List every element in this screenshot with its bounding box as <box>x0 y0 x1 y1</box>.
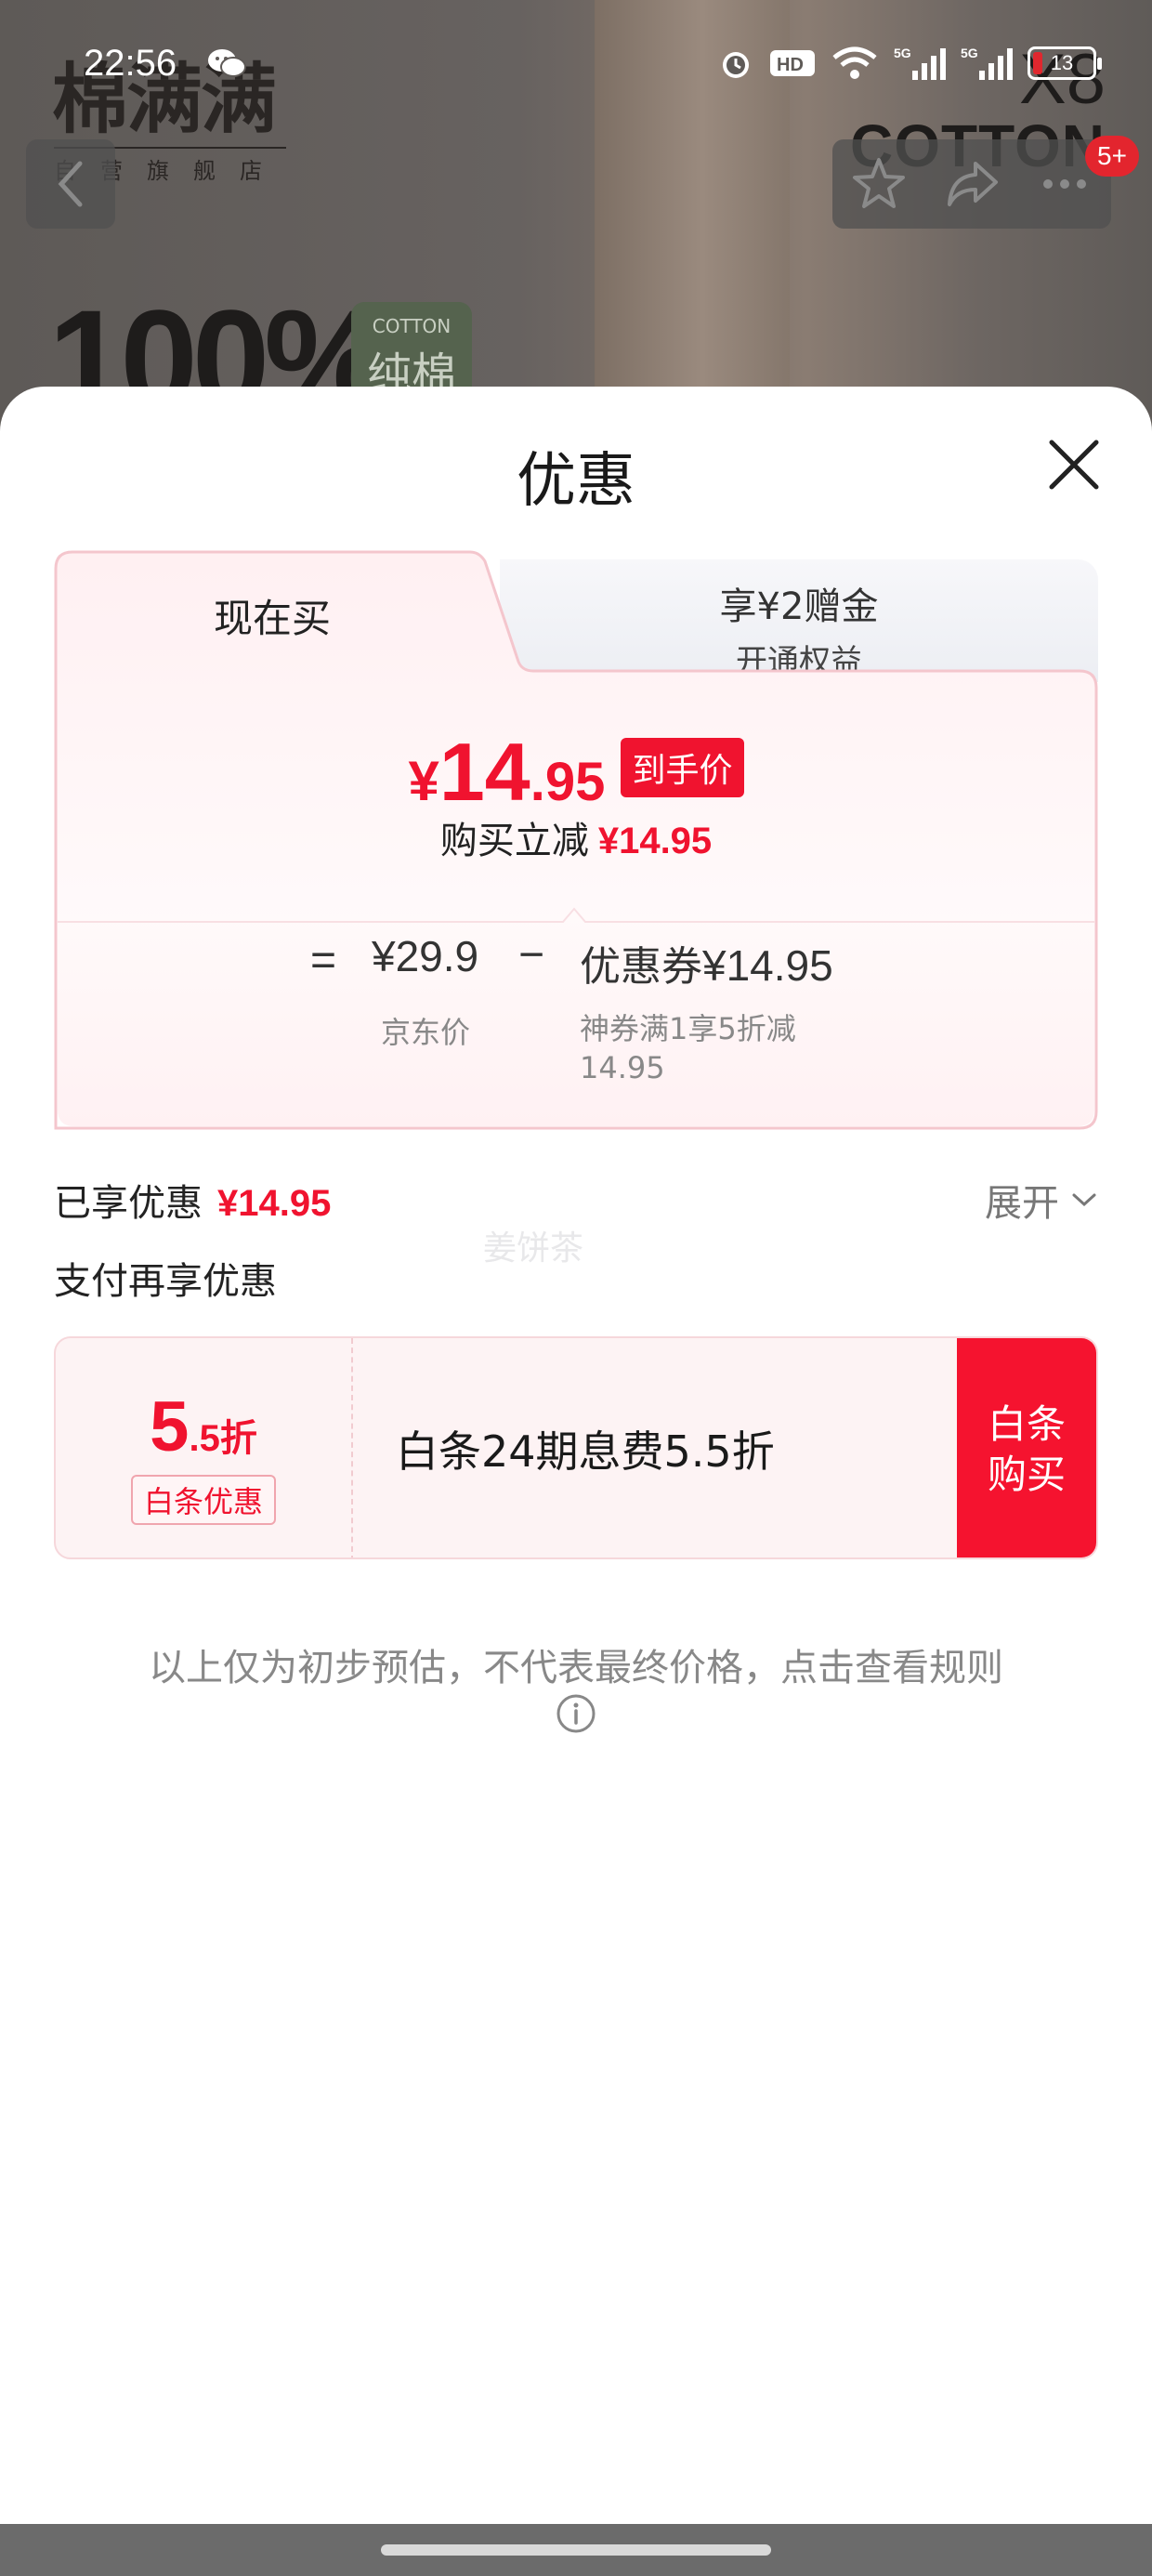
baitiao-discount-number: 5 <box>150 1387 190 1466</box>
info-icon[interactable] <box>556 1693 596 1734</box>
final-price: ¥14.95 到手价 <box>54 725 1098 820</box>
price-formula: = ¥29.9 − 优惠券¥14.95 京东价 神券满1享5折减14.95 <box>54 918 1098 1128</box>
chevron-down-icon <box>1072 1193 1096 1207</box>
disclaimer-link[interactable]: 以上仅为初步预估，不代表最终价格，点击查看规则 <box>0 1637 1152 1691</box>
discount-bottom-sheet: 优惠 享¥2赠金 开通权益 现在买 ¥14.95 到手价 购买立减 ¥14.95… <box>0 387 1152 2524</box>
baitiao-buy-line1: 白条 <box>987 1401 1066 1447</box>
back-button[interactable] <box>26 139 115 229</box>
original-price-label: 京东价 <box>381 1015 471 1050</box>
status-time: 22:56 <box>84 43 177 84</box>
chevron-left-icon <box>58 161 83 207</box>
final-price-decimal: .95 <box>530 752 606 812</box>
alarm-icon <box>723 52 749 78</box>
baitiao-chip: 白条优惠 <box>130 1475 276 1525</box>
share-icon[interactable] <box>942 154 1001 214</box>
price-card-body: 现在买 ¥14.95 到手价 购买立减 ¥14.95 = ¥29.9 − 优惠券¥… <box>54 550 1098 1130</box>
baitiao-discount-block: 5.5折 白条优惠 <box>56 1338 353 1557</box>
enjoyed-discount-label: 已享优惠 <box>54 1182 203 1225</box>
signal-5g-icon: 5G <box>894 46 946 80</box>
baitiao-offer-card[interactable]: 5.5折 白条优惠 白条24期息费5.5折 白条 购买 <box>54 1336 1098 1559</box>
sheet-title: 优惠 <box>517 447 635 516</box>
purchase-reduction: 购买立减 ¥14.95 <box>54 810 1098 864</box>
final-price-tag: 到手价 <box>621 738 744 797</box>
price-breakdown-card: 享¥2赠金 开通权益 现在买 ¥14.95 到手价 购买立减 ¥14.95 = … <box>54 550 1098 1130</box>
final-price-currency: ¥ <box>408 750 439 812</box>
expand-label: 展开 <box>985 1182 1059 1225</box>
svg-text:HD: HD <box>777 55 804 75</box>
purchase-reduction-label: 购买立减 <box>439 820 589 862</box>
expand-button[interactable]: 展开 <box>985 1173 1098 1227</box>
coupon-label: 优惠券 <box>580 943 702 991</box>
purchase-reduction-amount: ¥14.95 <box>597 821 713 861</box>
baitiao-discount-value: 5.5折 <box>56 1338 351 1467</box>
cart-count-badge: 5+ <box>1085 136 1139 177</box>
status-bar: 22:56 HD 5G 5G 13 <box>0 0 1152 139</box>
baitiao-buy-line2: 购买 <box>987 1452 1066 1497</box>
coupon-description: 神券满1享5折减14.95 <box>580 1011 796 1085</box>
svg-text:5G: 5G <box>961 46 978 60</box>
coupon-amount: ¥14.95 <box>702 941 833 990</box>
tab-buy-now[interactable]: 现在买 <box>54 587 491 644</box>
final-price-integer: 14 <box>439 726 530 818</box>
status-icons: HD 5G 5G 13 <box>717 45 1102 82</box>
wifi-icon <box>832 46 877 79</box>
original-price: ¥29.9 <box>372 932 479 980</box>
baitiao-discount-unit: 折 <box>219 1417 257 1460</box>
hd-icon: HD <box>770 50 815 76</box>
signal-5g-icon-2: 5G <box>961 46 1013 80</box>
battery-icon: 13 <box>1028 46 1102 80</box>
enjoyed-discount: 已享优惠 ¥14.95 <box>54 1173 331 1227</box>
enjoyed-discount-amount: ¥14.95 <box>217 1183 332 1224</box>
baitiao-description: 白条24期息费5.5折 <box>396 1426 775 1477</box>
wechat-icon <box>208 49 246 77</box>
baitiao-buy-button[interactable]: 白条 购买 <box>957 1338 1096 1557</box>
baitiao-discount-decimal: .5 <box>189 1418 220 1459</box>
pay-more-heading: 支付再享优惠 <box>54 1260 277 1303</box>
star-icon[interactable] <box>849 154 909 214</box>
formula-equals: = <box>310 936 337 985</box>
svg-text:5G: 5G <box>894 46 911 60</box>
close-icon[interactable] <box>1044 435 1104 494</box>
cotton-badge-top: COTTON <box>372 315 452 337</box>
home-indicator[interactable] <box>381 2544 771 2556</box>
top-action-group <box>832 139 1111 229</box>
formula-minus: − <box>518 930 545 979</box>
coupon-value: 优惠券¥14.95 <box>580 933 833 992</box>
watermark-text: 姜饼茶 <box>483 1229 584 1268</box>
